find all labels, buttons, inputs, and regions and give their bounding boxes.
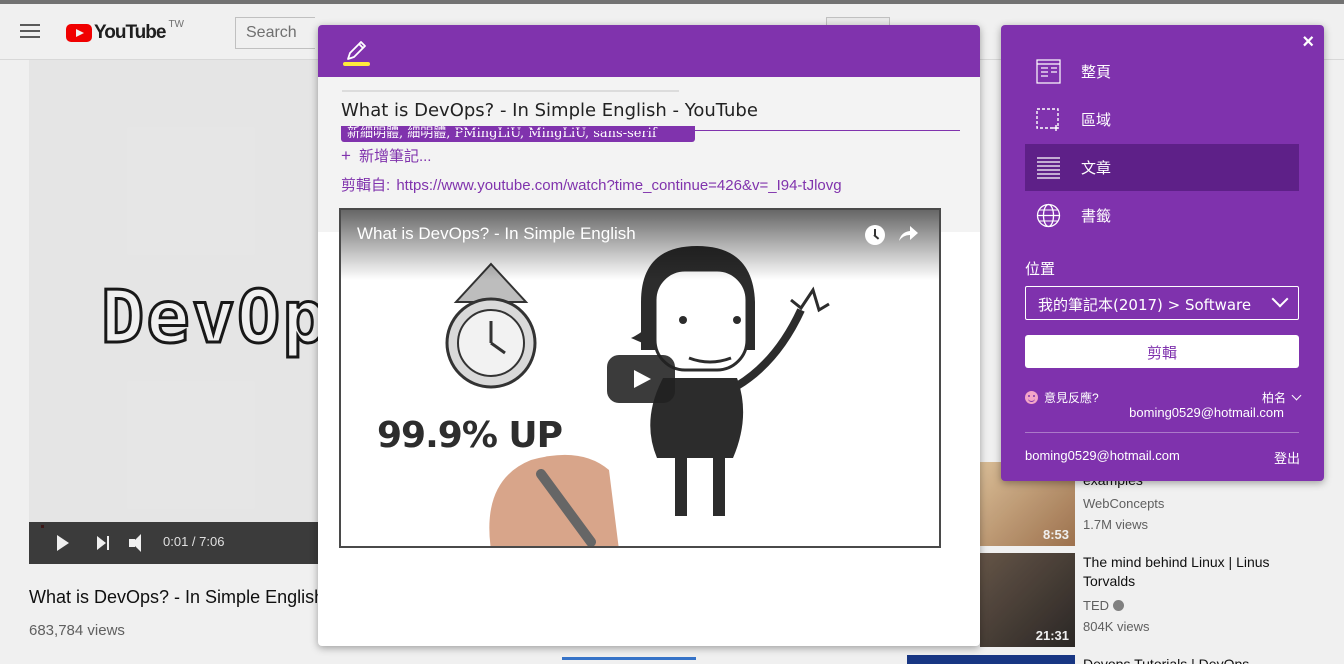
highlighter-color-bar: [343, 62, 370, 66]
mode-label: 文章: [1081, 160, 1112, 177]
article-icon: [1037, 157, 1060, 179]
title-top-divider: [342, 90, 679, 92]
user-menu[interactable]: 柏名: [1261, 389, 1302, 406]
smile-icon: [1025, 391, 1038, 404]
location-value: 我的筆記本(2017) > Software: [1038, 296, 1252, 314]
clipper-preview: What is DevOps? - In Simple English - Yo…: [318, 25, 980, 646]
mode-label: 書籤: [1081, 208, 1112, 225]
uptime-text: 99.9% UP: [377, 415, 563, 456]
clipper-sidebar: × 整頁 區域 文章 書籤 位置 我的筆記本(2017) > Software …: [1001, 25, 1324, 481]
location-label: 位置: [1025, 261, 1056, 278]
mode-region[interactable]: 區域: [1025, 96, 1299, 143]
mode-article[interactable]: 文章: [1025, 144, 1299, 191]
add-note-button[interactable]: + 新增筆記...: [341, 145, 431, 166]
mode-label: 區域: [1081, 112, 1112, 129]
highlighter-pen-icon[interactable]: [342, 37, 370, 65]
feedback-link[interactable]: 意見反應?: [1025, 389, 1099, 406]
user-name: 柏名: [1261, 391, 1286, 405]
title-underline: [341, 130, 960, 131]
clip-title-input[interactable]: What is DevOps? - In Simple English - Yo…: [341, 100, 758, 121]
add-note-label: 新增筆記...: [358, 148, 432, 165]
bookmark-globe-icon: [1036, 203, 1061, 228]
font-tooltip: 新細明體, 細明體, PMingLiU, MingLiU, sans-serif: [341, 126, 695, 142]
clip-button[interactable]: 剪輯: [1025, 335, 1299, 368]
watch-later-icon[interactable]: [865, 225, 885, 245]
chevron-down-icon: [1271, 290, 1289, 308]
clip-source: 剪輯自: https://www.youtube.com/watch?time_…: [341, 174, 842, 195]
sidebar-divider: [1025, 432, 1299, 433]
mode-full-page[interactable]: 整頁: [1025, 48, 1299, 95]
embed-title[interactable]: What is DevOps? - In Simple English: [357, 224, 636, 244]
video-title-bar: What is DevOps? - In Simple English: [341, 210, 939, 280]
region-icon: [1036, 108, 1059, 131]
footer-email: boming0529@hotmail.com: [1025, 448, 1180, 463]
share-icon[interactable]: [897, 224, 919, 244]
video-play-icon[interactable]: [607, 355, 675, 403]
logout-link[interactable]: 登出: [1274, 448, 1300, 467]
mode-bookmark[interactable]: 書籤: [1025, 192, 1299, 239]
feedback-label: 意見反應?: [1044, 391, 1099, 405]
close-icon[interactable]: ×: [1302, 31, 1314, 54]
source-url-link[interactable]: https://www.youtube.com/watch?time_conti…: [396, 177, 841, 194]
location-select[interactable]: 我的筆記本(2017) > Software: [1025, 286, 1299, 320]
user-email: boming0529@hotmail.com: [1129, 405, 1284, 420]
preview-header: [318, 25, 980, 77]
full-page-icon: [1036, 59, 1061, 84]
mode-label: 整頁: [1081, 64, 1112, 81]
embedded-video[interactable]: What is DevOps? - In Simple English 99.9…: [339, 208, 941, 548]
chevron-down-icon: [1291, 390, 1302, 401]
source-label: 剪輯自:: [341, 177, 391, 194]
plus-icon: +: [341, 145, 351, 165]
